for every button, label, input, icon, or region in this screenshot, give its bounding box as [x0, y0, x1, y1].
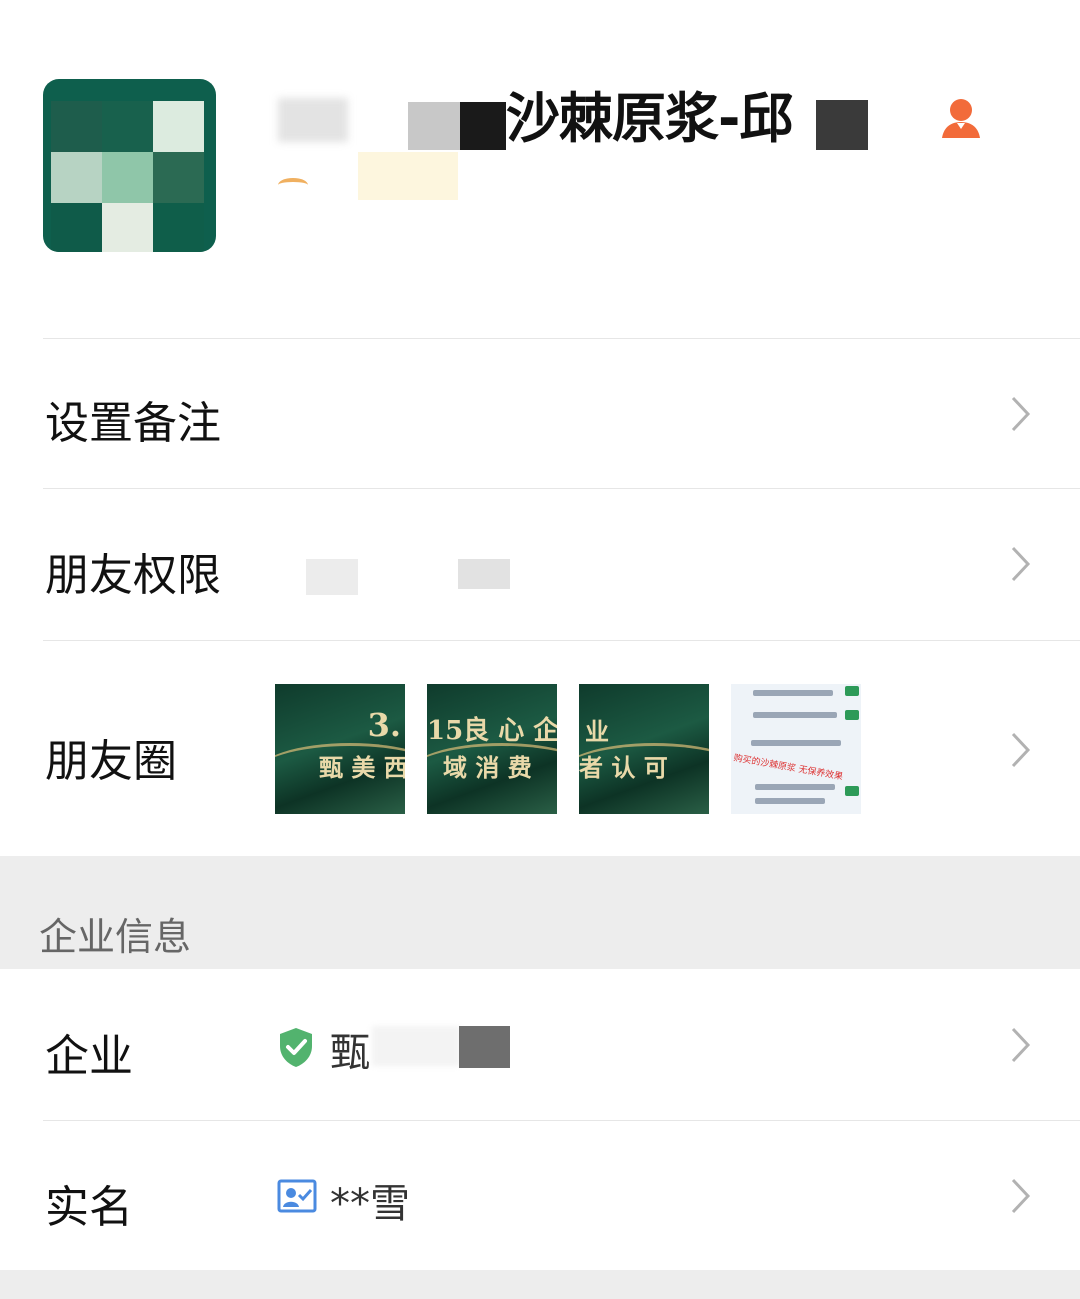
chevron-right-icon [1011, 396, 1031, 432]
avatar-mosaic-tile [153, 101, 204, 152]
chat-line [755, 798, 825, 804]
real-name-row[interactable]: 实名 **雪 [0, 1121, 1080, 1270]
moments-thumbnail[interactable]: 购买的沙棘原浆 无保养效果 [731, 684, 861, 814]
chat-bubble [845, 786, 859, 796]
avatar-mosaic-tile [102, 203, 153, 252]
set-remark-label: 设置备注 [45, 398, 221, 449]
thumbnail-caption: 甄 美 西 [319, 753, 405, 782]
moments-thumbnail[interactable]: 业 者 认 可 [579, 684, 709, 814]
company-row[interactable]: 企业 甄 [0, 970, 1080, 1120]
chat-bubble [845, 686, 859, 696]
contact-name-text: 沙棘原浆-邱 [506, 87, 793, 150]
chevron-right-icon [1011, 1027, 1031, 1063]
redacted-block [816, 100, 868, 150]
profile-header: 沙棘原浆-邱 [0, 0, 1080, 338]
avatar-mosaic-tile [153, 152, 204, 203]
chevron-right-icon [1011, 732, 1031, 768]
redacted-subtitle [278, 152, 578, 212]
female-user-icon [942, 99, 980, 138]
chevron-right-icon [1011, 546, 1031, 582]
thumbnail-caption: 3. [367, 706, 401, 744]
redacted-block [372, 1026, 460, 1066]
company-name: 甄 [330, 1030, 370, 1076]
real-name-value: **雪 [330, 1181, 410, 1227]
thumbnail-caption: 15良 心 企 [427, 716, 557, 746]
section-title: 企业信息 [39, 915, 192, 959]
redacted-block [306, 559, 358, 595]
redacted-block [458, 559, 510, 589]
set-remark-row[interactable]: 设置备注 [0, 339, 1080, 488]
contact-name: 沙棘原浆-邱 [278, 84, 998, 154]
verified-shield-icon [280, 1028, 312, 1067]
moments-thumbnail[interactable]: 3. 甄 美 西 [275, 684, 405, 814]
redacted-block [460, 102, 506, 150]
friend-permission-row[interactable]: 朋友权限 [0, 489, 1080, 640]
company-label: 企业 [45, 1031, 133, 1082]
redacted-block [408, 102, 460, 150]
avatar-mosaic-tile [51, 203, 102, 252]
redacted-block [278, 98, 348, 142]
real-name-label: 实名 [45, 1182, 133, 1233]
redacted-block [278, 178, 308, 192]
avatar-mosaic-tile [102, 101, 153, 152]
chat-line [755, 784, 835, 790]
moments-label: 朋友圈 [45, 736, 177, 787]
avatar-mosaic-tile [51, 101, 102, 152]
thumbnail-caption: 业 [585, 717, 609, 746]
thumbnail-caption: 域 消 费 [443, 753, 532, 782]
redacted-block [459, 1026, 510, 1068]
friend-permission-label: 朋友权限 [45, 550, 221, 601]
thumbnail-caption: 者 认 可 [579, 753, 668, 782]
chat-line [751, 740, 841, 746]
avatar-mosaic-tile [153, 203, 204, 252]
avatar[interactable] [43, 79, 216, 252]
chat-line [753, 690, 833, 696]
bottom-gap [0, 1270, 1080, 1299]
redacted-block [358, 152, 458, 200]
avatar-mosaic-tile [51, 152, 102, 203]
thumbnail-caption: 购买的沙棘原浆 无保养效果 [732, 753, 844, 783]
avatar-mosaic-tile [102, 152, 153, 203]
chat-bubble [845, 710, 859, 720]
chevron-right-icon [1011, 1178, 1031, 1214]
chat-line [753, 712, 837, 718]
id-card-icon [277, 1179, 317, 1213]
moments-thumbnail[interactable]: 15良 心 企 域 消 费 [427, 684, 557, 814]
